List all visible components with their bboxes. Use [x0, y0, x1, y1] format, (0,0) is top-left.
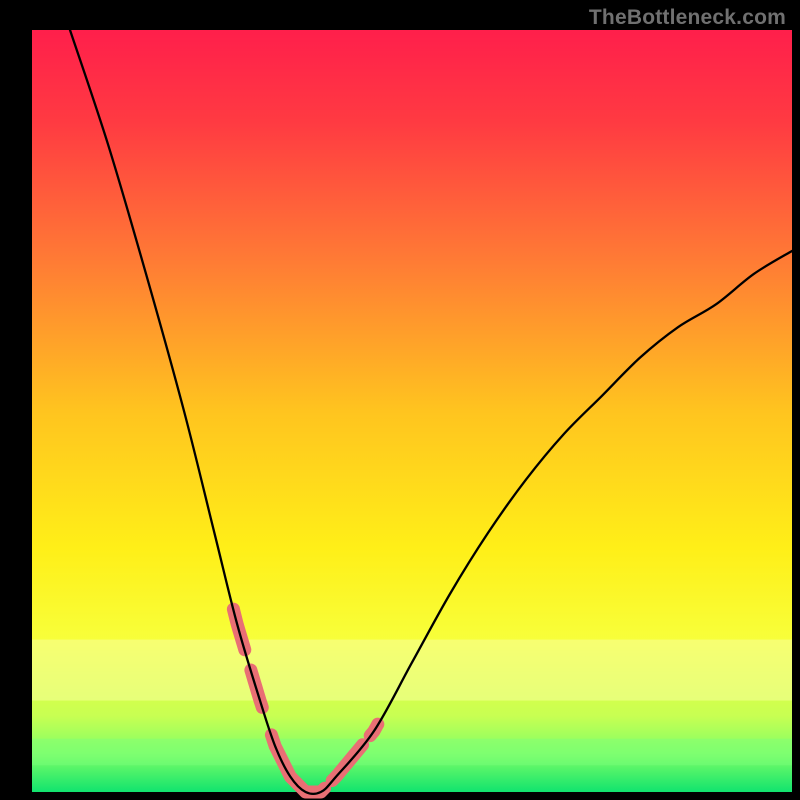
chart-band-0: [32, 640, 792, 701]
bottleneck-chart: [0, 0, 800, 800]
chart-container: TheBottleneck.com: [0, 0, 800, 800]
chart-band-1: [32, 739, 792, 766]
